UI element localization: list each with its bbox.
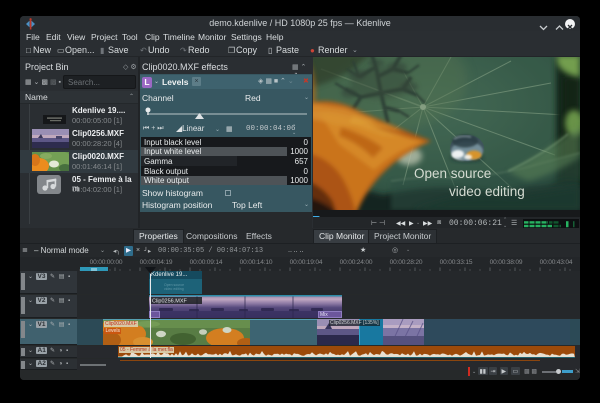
svg-text:Clip0256.MXF: Clip0256.MXF — [152, 299, 187, 305]
svg-text:Open source: Open source — [414, 166, 491, 181]
svg-text:video editing: video editing — [449, 184, 525, 199]
